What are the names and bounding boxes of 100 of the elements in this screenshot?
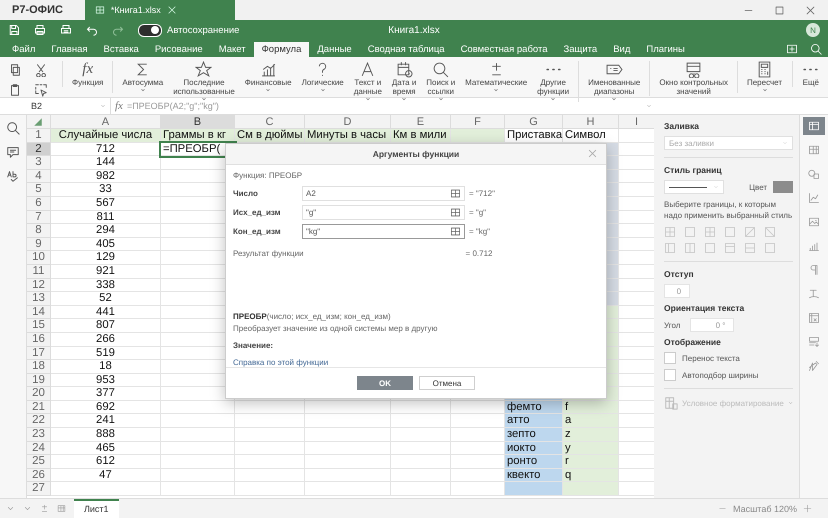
quick-print-icon[interactable]: [60, 24, 72, 36]
checkbox[interactable]: [664, 352, 676, 364]
toolbar-button[interactable]: Последние использованные: [168, 61, 240, 102]
pivot-table-icon: [808, 312, 820, 324]
argument-label: Число: [233, 189, 259, 198]
border-icon[interactable]: [764, 226, 776, 238]
table-cell: 692: [50, 400, 161, 414]
toolbar-button[interactable]: Именованные диапазоны: [578, 61, 646, 102]
indent-spinner[interactable]: 0: [664, 284, 690, 298]
color-swatch[interactable]: [773, 181, 794, 193]
close-icon[interactable]: [587, 148, 598, 159]
angle-spinner[interactable]: 0 °: [690, 318, 734, 332]
ok-button[interactable]: OK: [357, 376, 413, 390]
row-header[interactable]: 3: [26, 156, 51, 170]
table-cell: r: [562, 455, 619, 469]
row-header[interactable]: 15: [26, 319, 51, 333]
toolbar-button[interactable]: Другие функции: [532, 61, 574, 102]
checkbox[interactable]: [664, 369, 676, 381]
menu-tab[interactable]: Файл: [4, 42, 44, 57]
menu-tab[interactable]: Совместная работа: [452, 42, 556, 57]
formula-field[interactable]: =ПРЕОБР(A2;"g";"kg"): [126, 101, 646, 111]
column-header[interactable]: I: [618, 115, 654, 129]
table-cell: 52: [50, 292, 161, 306]
column-header[interactable]: H: [562, 115, 619, 129]
row-header[interactable]: 18: [26, 360, 51, 374]
menu-tab[interactable]: Рисование: [146, 42, 211, 57]
document-tab[interactable]: *Книга1.xlsx: [84, 0, 235, 20]
menu-tab[interactable]: Сводная таблица: [360, 42, 453, 57]
row-header[interactable]: 5: [26, 183, 51, 197]
table-cell: зепто: [504, 428, 563, 442]
cancel-button[interactable]: Отмена: [419, 376, 475, 390]
toolbar-button[interactable]: Текст и данные: [348, 61, 387, 102]
save-icon[interactable]: [8, 24, 20, 36]
border-icon[interactable]: [704, 226, 716, 238]
border-icon[interactable]: [664, 242, 676, 254]
column-header[interactable]: C: [234, 115, 305, 129]
row-header[interactable]: 23: [26, 428, 51, 442]
row-header[interactable]: 8: [26, 224, 51, 238]
menu-tab[interactable]: Вид: [605, 42, 638, 57]
row-header[interactable]: 27: [26, 482, 51, 496]
column-header[interactable]: B: [160, 115, 235, 129]
border-icon[interactable]: [724, 242, 736, 254]
user-avatar[interactable]: N: [806, 23, 820, 37]
toolbar-button[interactable]: Логические: [296, 61, 349, 93]
column-header[interactable]: F: [450, 115, 505, 129]
border-icon[interactable]: [764, 242, 776, 254]
dots-icon: [546, 68, 561, 71]
toolbar-button[interactable]: Математические: [460, 61, 532, 93]
row-header[interactable]: 25: [26, 455, 51, 469]
argument-field[interactable]: "kg": [302, 224, 465, 239]
row-header[interactable]: 20: [26, 387, 51, 401]
border-icon[interactable]: [704, 242, 716, 254]
more-button[interactable]: Ещё: [792, 61, 824, 87]
border-icon[interactable]: [664, 226, 676, 238]
argument-field[interactable]: "g": [302, 205, 465, 220]
column-header[interactable]: G: [504, 115, 563, 129]
row-header[interactable]: 13: [26, 292, 51, 306]
slicer-icon: [808, 336, 820, 348]
border-icon[interactable]: [724, 226, 736, 238]
toolbar-button[interactable]: Финансовые: [240, 61, 297, 93]
toolbar-button[interactable]: fx Функция: [62, 61, 108, 87]
row-header[interactable]: 10: [26, 251, 51, 265]
menu-tab[interactable]: Главная: [43, 42, 96, 57]
menu-tab[interactable]: Данные: [309, 42, 360, 57]
cell-name-box[interactable]: B2: [27, 98, 111, 114]
undo-icon[interactable]: [86, 24, 98, 36]
menu-tab[interactable]: Формула: [254, 42, 310, 57]
border-icon[interactable]: [684, 226, 696, 238]
function-description: Преобразует значение из одной системы мер в другую: [233, 324, 438, 333]
image-icon: [808, 216, 820, 228]
column-header[interactable]: D: [304, 115, 391, 129]
row-header[interactable]: 22: [26, 414, 51, 428]
border-icon[interactable]: [684, 242, 696, 254]
border-icon[interactable]: [744, 226, 756, 238]
menu-tab[interactable]: Макет: [210, 42, 254, 57]
previous-sheet-icon: [6, 504, 15, 513]
menu-tab[interactable]: Защита: [556, 42, 606, 57]
column-header[interactable]: A: [50, 115, 161, 129]
toolbar-button[interactable]: Автосумма: [112, 61, 168, 93]
autosave-toggle[interactable]: [138, 24, 162, 36]
help-link[interactable]: Справка по этой функции: [233, 358, 328, 367]
function-button[interactable]: fx: [111, 100, 127, 112]
dialog-title: Аргументы функции: [372, 149, 460, 159]
row-header[interactable]: 1: [26, 129, 51, 143]
line-style-select[interactable]: [664, 180, 724, 194]
empty-cell: [234, 400, 305, 414]
toolbar-button[interactable]: Пересчет: [736, 61, 788, 93]
sheet-tab[interactable]: Лист1: [74, 498, 119, 518]
caret-icon: [762, 87, 768, 93]
menu-tab[interactable]: Вставка: [96, 42, 147, 57]
argument-field[interactable]: A2: [302, 186, 465, 201]
side-tab[interactable]: [803, 117, 826, 135]
toolbar-button[interactable]: Дата и время: [386, 61, 422, 102]
select-all-corner[interactable]: [33, 117, 44, 127]
toolbar-button[interactable]: Окно контрольных значений: [649, 61, 733, 96]
toolbar-button[interactable]: Поиск и ссылки: [421, 61, 460, 102]
print-icon[interactable]: [34, 24, 46, 36]
border-icon[interactable]: [744, 242, 756, 254]
column-header[interactable]: E: [390, 115, 451, 129]
menu-tab[interactable]: Плагины: [638, 42, 693, 57]
